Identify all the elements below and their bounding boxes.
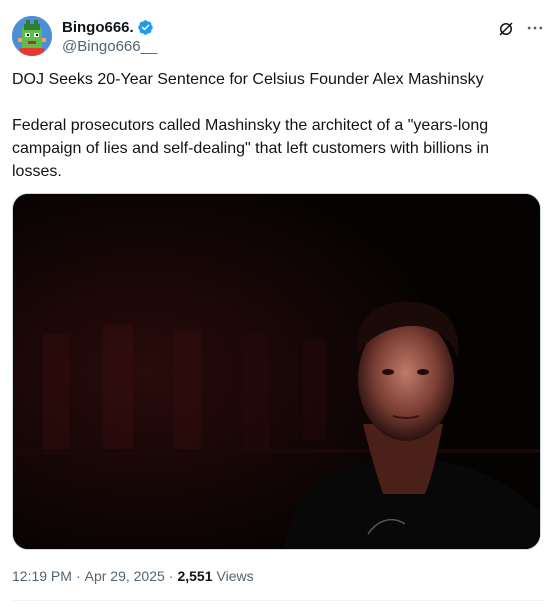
tweet-header: Bingo666. @Bingo666__ <box>12 16 545 60</box>
photo-image <box>13 194 540 549</box>
meta-separator: · <box>75 568 81 584</box>
tweet-headline: DOJ Seeks 20-Year Sentence for Celsius F… <box>12 71 484 88</box>
views-label: Views <box>216 568 254 584</box>
pixel-avatar-icon <box>12 16 52 56</box>
avatar[interactable] <box>12 16 52 56</box>
views-count: 2,551 <box>177 568 213 584</box>
display-name-row: Bingo666. <box>62 17 157 37</box>
meta-separator: · <box>168 568 174 584</box>
author-names: Bingo666. @Bingo666__ <box>62 17 157 57</box>
tweet-time[interactable]: 12:19 PM <box>12 568 72 584</box>
tweet-meta: 12:19 PM · Apr 29, 2025 · 2,551 Views <box>12 568 254 584</box>
tweet-photo[interactable] <box>12 193 541 550</box>
tweet-body: Federal prosecutors called Mashinsky the… <box>12 117 490 180</box>
grok-icon[interactable] <box>497 20 515 38</box>
tweet-card: Bingo666. @Bingo666__ DOJ Seeks 20-Year … <box>0 0 557 607</box>
more-options-icon[interactable] <box>525 18 545 38</box>
tweet-date[interactable]: Apr 29, 2025 <box>85 568 165 584</box>
author-handle[interactable]: @Bingo666__ <box>62 37 157 57</box>
divider <box>12 600 545 601</box>
tweet-text: DOJ Seeks 20-Year Sentence for Celsius F… <box>12 68 542 183</box>
display-name[interactable]: Bingo666. <box>62 19 134 36</box>
verified-badge-icon[interactable] <box>137 19 154 36</box>
